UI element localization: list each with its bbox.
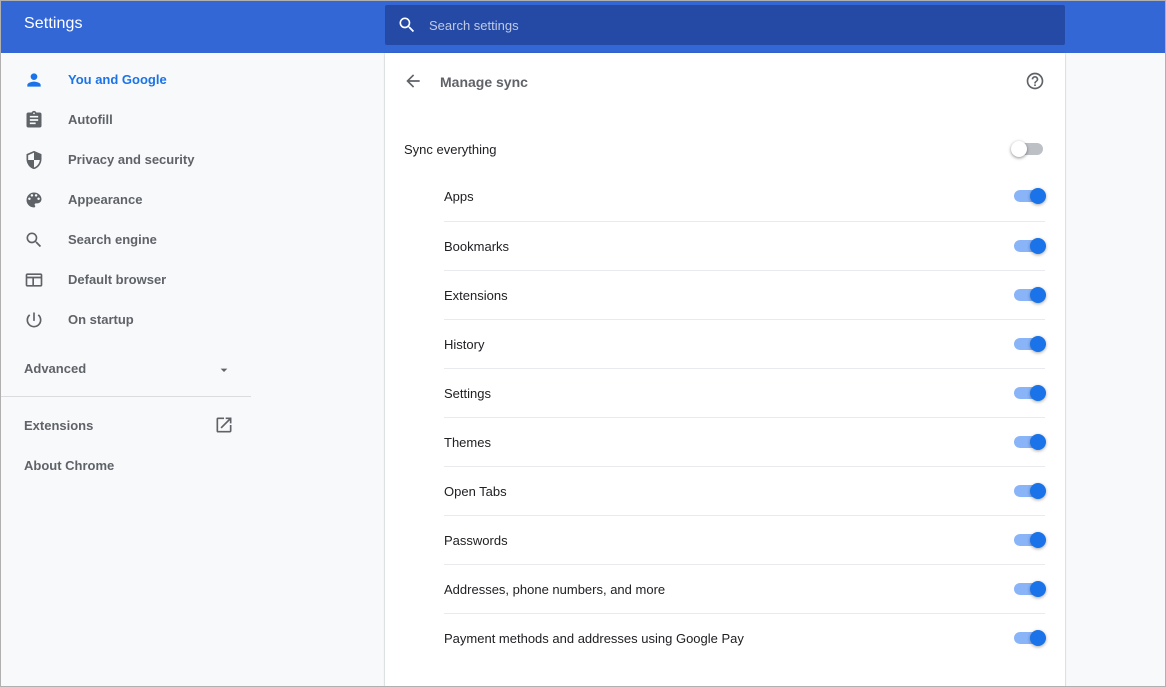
sync-row-bookmarks: Bookmarks [444,221,1046,270]
sync-row-history: History [444,319,1046,368]
toggle-knob [1030,336,1046,352]
palette-icon [26,192,42,208]
toggle-knob [1030,287,1046,303]
toggle-knob [1030,434,1046,450]
search-box[interactable] [385,5,1065,45]
browser-window-icon [25,273,43,287]
sync-payment-methods-toggle[interactable] [1012,630,1046,646]
sync-row-open-tabs: Open Tabs [444,466,1046,515]
sync-open-tabs-toggle[interactable] [1012,483,1046,499]
toggle-knob [1030,532,1046,548]
toggle-knob [1030,581,1046,597]
clipboard-icon [26,110,42,128]
sidebar-item-autofill[interactable]: Autofill [0,100,252,140]
sync-row-addresses: Addresses, phone numbers, and more [444,564,1046,613]
sync-row-themes: Themes [444,417,1046,466]
toggle-knob [1030,385,1046,401]
sync-themes-toggle[interactable] [1012,434,1046,450]
toggle-knob [1030,630,1046,646]
sidebar-item-label: On startup [68,312,134,327]
sync-row-label: Open Tabs [444,484,507,499]
sync-row-label: Payment methods and addresses using Goog… [444,631,744,646]
sync-row-label: Addresses, phone numbers, and more [444,582,666,597]
sync-row-settings: Settings [444,368,1046,417]
sync-row-apps: Apps [444,172,1046,221]
sidebar-item-privacy[interactable]: Privacy and security [0,140,252,180]
search-icon [26,232,42,248]
sync-history-toggle[interactable] [1012,336,1046,352]
sync-row-label: Passwords [444,533,508,548]
page-title: Manage sync [440,74,528,90]
sync-row-label: Bookmarks [444,239,510,254]
sync-row-extensions: Extensions [444,270,1046,319]
sync-row-label: Settings [444,386,491,401]
sidebar-item-you-and-google[interactable]: You and Google [0,60,252,100]
sidebar-item-appearance[interactable]: Appearance [0,180,252,220]
sync-bookmarks-toggle[interactable] [1012,238,1046,254]
toggle-knob [1011,141,1027,157]
toggle-knob [1030,483,1046,499]
manage-sync-card: Manage sync Sync everything Apps Bookmar… [385,53,1065,687]
app-title: Settings [24,15,83,32]
sidebar-item-search-engine[interactable]: Search engine [0,220,252,260]
toggle-knob [1030,188,1046,204]
power-icon [26,312,42,328]
search-icon [399,17,415,33]
sidebar-item-label: Privacy and security [68,152,195,167]
search-input[interactable] [429,5,1049,45]
sync-row-passwords: Passwords [444,515,1046,564]
sidebar-divider [0,396,251,397]
help-icon[interactable] [1025,71,1045,91]
sync-settings-toggle[interactable] [1012,385,1046,401]
shield-icon [26,150,42,170]
chevron-down-icon[interactable] [216,362,232,378]
person-icon [27,73,41,87]
sidebar-item-label: Autofill [68,112,113,127]
sidebar-item-label: Search engine [68,232,157,247]
sync-row-label: Extensions [444,288,508,303]
sync-apps-toggle[interactable] [1012,188,1046,204]
back-arrow-icon[interactable] [403,71,423,91]
sidebar-advanced-toggle[interactable]: Advanced [24,361,86,376]
open-in-new-icon[interactable] [214,415,234,435]
sync-extensions-toggle[interactable] [1012,287,1046,303]
sync-row-payment-methods: Payment methods and addresses using Goog… [444,613,1046,662]
sidebar-item-label: You and Google [68,72,167,87]
sync-everything-toggle[interactable] [1011,141,1045,157]
sidebar: You and Google Autofill Privacy and secu… [0,53,252,687]
sync-passwords-toggle[interactable] [1012,532,1046,548]
sidebar-item-on-startup[interactable]: On startup [0,300,252,340]
sidebar-item-extensions[interactable]: Extensions [24,418,93,433]
sync-row-label: History [444,337,485,352]
sidebar-item-label: Appearance [68,192,143,207]
sync-row-label: Apps [444,189,474,204]
top-bar: Settings [0,0,1166,53]
sidebar-item-label: Default browser [68,272,167,287]
sync-addresses-toggle[interactable] [1012,581,1046,597]
toggle-knob [1030,238,1046,254]
sidebar-item-about-chrome[interactable]: About Chrome [24,458,114,473]
sidebar-item-default-browser[interactable]: Default browser [0,260,252,300]
sync-everything-label: Sync everything [404,142,497,157]
sync-row-label: Themes [444,435,491,450]
